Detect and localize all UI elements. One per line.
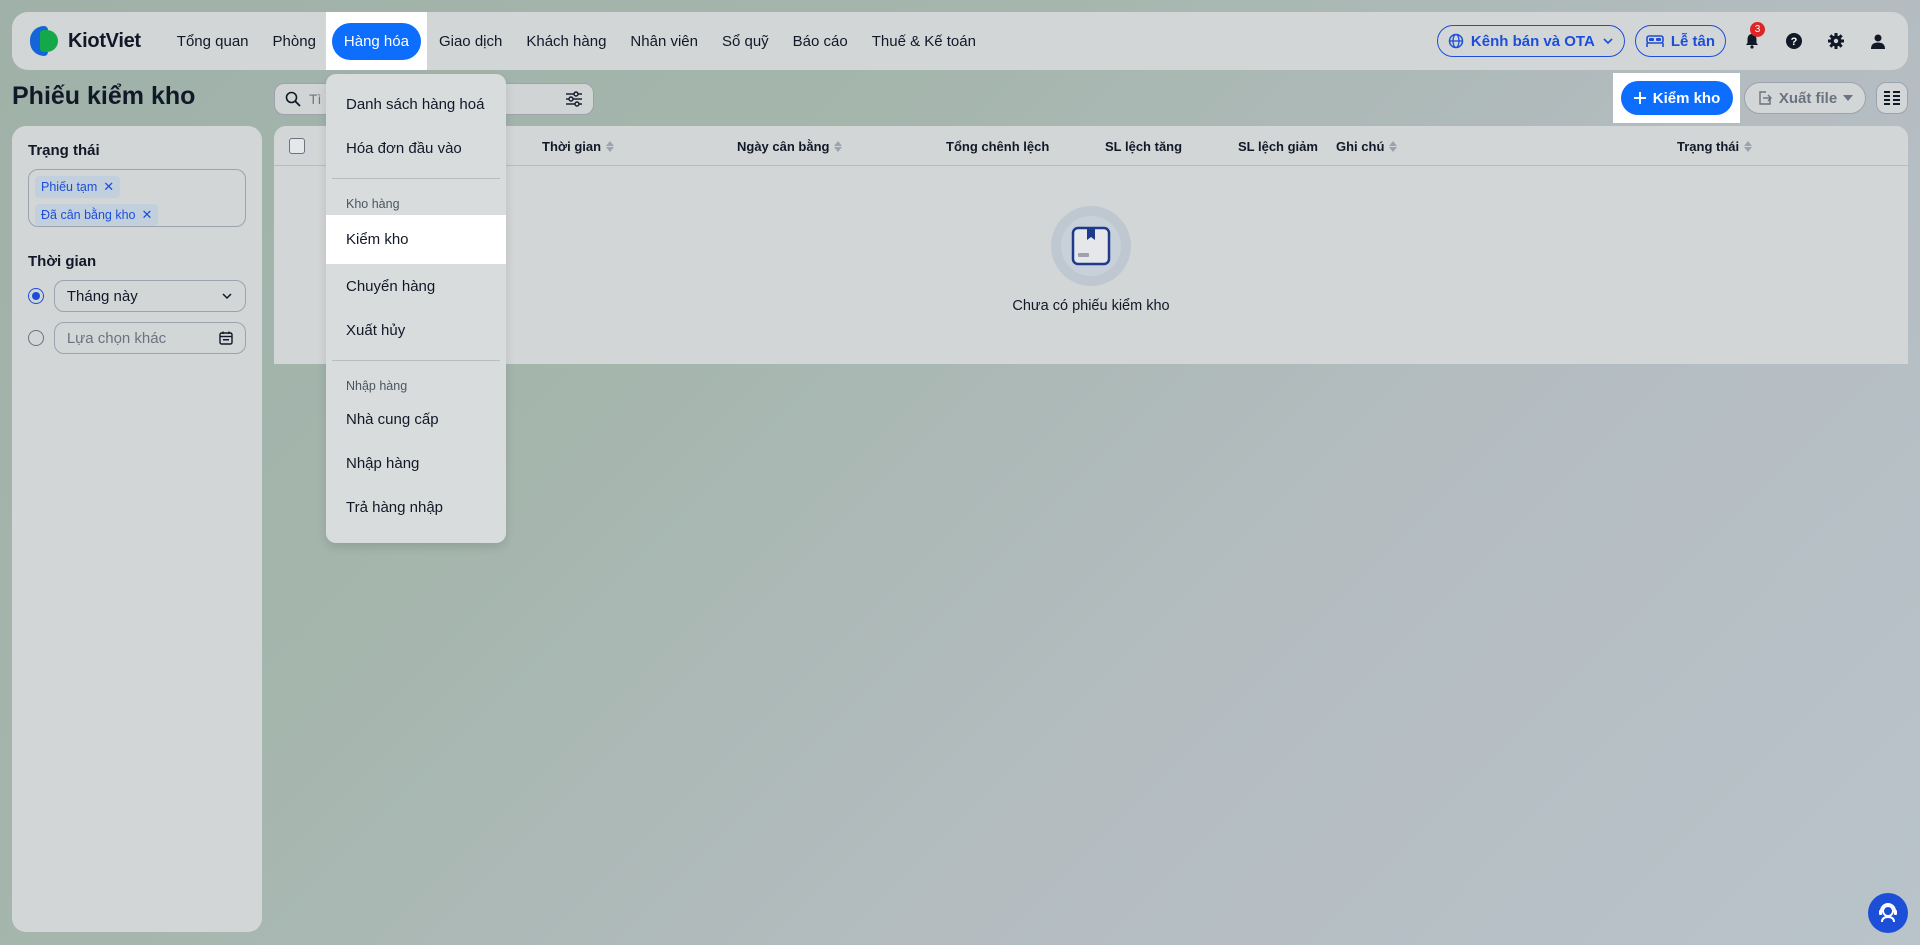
nav-item-transactions[interactable]: Giao dịch xyxy=(427,12,514,70)
top-nav-bar: KiotViet Tổng quan Phòng Hàng hóa Giao d… xyxy=(12,12,1908,70)
chevron-down-icon xyxy=(222,293,232,300)
custom-date-input[interactable]: Lựa chọn khác xyxy=(53,322,246,354)
user-icon xyxy=(1871,34,1885,49)
notification-badge: 3 xyxy=(1750,22,1765,37)
select-all-checkbox[interactable] xyxy=(289,138,305,154)
add-inventory-check-button[interactable]: Kiểm kho xyxy=(1620,81,1733,115)
globe-icon xyxy=(1448,33,1464,49)
nav-item-rooms[interactable]: Phòng xyxy=(261,12,326,70)
brand-name: KiotViet xyxy=(68,29,141,52)
time-period-value: Tháng này xyxy=(66,287,138,305)
column-header-total-difference: Tổng chênh lệch xyxy=(946,138,1050,154)
menu-item-purchase[interactable]: Nhập hàng xyxy=(332,441,500,485)
page-title: Phiếu kiểm kho xyxy=(12,82,196,110)
notifications-button[interactable]: 3 xyxy=(1736,22,1768,57)
column-settings-button[interactable] xyxy=(1876,82,1908,114)
status-tag-label: Phiếu tạm xyxy=(41,180,98,194)
menu-item-suppliers[interactable]: Nhà cung cấp xyxy=(332,397,500,441)
column-header-time[interactable]: Thời gian xyxy=(542,126,615,166)
menu-divider xyxy=(332,360,500,361)
menu-item-purchase-invoices[interactable]: Hóa đơn đầu vào xyxy=(332,126,500,170)
support-agent-icon xyxy=(1879,903,1897,923)
status-filter-tags[interactable]: Phiếu tạm ✕ Đã cân bằng kho ✕ xyxy=(28,169,246,227)
menu-item-disposal[interactable]: Xuất hủy xyxy=(332,308,500,352)
column-header-balance-date[interactable]: Ngày cân bằng xyxy=(737,126,843,166)
status-filter-label: Trạng thái xyxy=(28,142,100,159)
custom-date-placeholder: Lựa chọn khác xyxy=(66,329,167,347)
inventory-check-table: Thời gian Ngày cân bằng Tổng chênh lệch … xyxy=(274,126,1908,364)
column-header-notes[interactable]: Ghi chú xyxy=(1336,126,1398,166)
time-filter-label: Thời gian xyxy=(28,253,97,270)
sort-icon xyxy=(1744,140,1753,152)
nav-item-tax-accounting[interactable]: Thuế & Kế toán xyxy=(860,12,988,70)
chevron-down-icon xyxy=(1603,38,1613,45)
menu-group-purchasing: Nhập hàng xyxy=(346,379,408,393)
nav-item-products[interactable]: Hàng hóa xyxy=(325,12,427,70)
nav-item-reports[interactable]: Báo cáo xyxy=(781,12,860,70)
menu-group-warehouse: Kho hàng xyxy=(346,197,400,211)
plus-icon xyxy=(1633,92,1646,104)
help-icon: ? xyxy=(1786,33,1802,49)
nav-item-overview[interactable]: Tổng quan xyxy=(165,12,261,70)
sort-icon xyxy=(606,140,615,152)
gear-icon xyxy=(1828,33,1844,49)
reception-button[interactable]: Lễ tân xyxy=(1634,25,1726,57)
sales-channels-button[interactable]: Kênh bán và OTA xyxy=(1436,25,1625,57)
add-button-highlight: Kiểm kho xyxy=(1613,73,1740,123)
filter-sliders-icon[interactable] xyxy=(565,91,583,107)
sales-channels-label: Kênh bán và OTA xyxy=(1470,32,1595,50)
sort-icon xyxy=(834,140,843,152)
bed-icon xyxy=(1646,35,1664,47)
account-button[interactable] xyxy=(1862,25,1894,57)
empty-state: Chưa có phiếu kiểm kho xyxy=(274,206,1908,314)
sort-icon xyxy=(1389,140,1398,152)
status-tag-draft[interactable]: Phiếu tạm ✕ xyxy=(35,176,121,198)
svg-text:?: ? xyxy=(1791,36,1798,48)
add-inventory-check-label: Kiểm kho xyxy=(1652,89,1721,107)
menu-divider xyxy=(332,178,500,179)
logo-icon xyxy=(26,24,60,58)
export-file-label: Xuất file xyxy=(1778,89,1838,107)
menu-item-product-list[interactable]: Danh sách hàng hoá xyxy=(332,82,500,126)
search-icon xyxy=(285,91,301,107)
table-header: Thời gian Ngày cân bằng Tổng chênh lệch … xyxy=(274,126,1908,166)
help-button[interactable]: ? xyxy=(1778,25,1810,57)
support-chat-button[interactable] xyxy=(1868,893,1908,933)
products-dropdown-menu: Danh sách hàng hoá Hóa đơn đầu vào Kho h… xyxy=(326,74,506,543)
nav-item-cashbook[interactable]: Sổ quỹ xyxy=(710,12,781,70)
reception-label: Lễ tân xyxy=(1670,32,1715,50)
menu-item-transfer[interactable]: Chuyển hàng xyxy=(332,264,500,308)
caret-down-icon xyxy=(1843,95,1854,101)
columns-list-icon xyxy=(1884,91,1900,105)
logo[interactable]: KiotViet xyxy=(26,24,141,58)
calendar-icon[interactable] xyxy=(219,331,233,345)
radio-this-month[interactable] xyxy=(28,288,44,304)
column-header-decrease-qty: SL lệch giảm xyxy=(1238,138,1318,154)
column-header-status[interactable]: Trạng thái xyxy=(1677,126,1753,166)
radio-custom-range[interactable] xyxy=(28,330,44,346)
status-tag-label: Đã cân bằng kho xyxy=(41,208,136,222)
menu-item-inventory-check[interactable]: Kiểm kho xyxy=(326,215,506,264)
status-tag-balanced[interactable]: Đã cân bằng kho ✕ xyxy=(35,204,159,226)
filter-sidebar: Trạng thái Phiếu tạm ✕ Đã cân bằng kho ✕ T… xyxy=(12,126,262,932)
nav-item-customers[interactable]: Khách hàng xyxy=(514,12,618,70)
settings-button[interactable] xyxy=(1820,25,1852,57)
column-header-increase-qty: SL lệch tăng xyxy=(1105,138,1183,154)
remove-tag-icon[interactable]: ✕ xyxy=(142,207,153,223)
empty-state-text: Chưa có phiếu kiểm kho xyxy=(1012,298,1170,314)
export-file-button[interactable]: Xuất file xyxy=(1744,82,1866,114)
export-icon xyxy=(1759,91,1772,105)
menu-item-purchase-return[interactable]: Trả hàng nhập xyxy=(332,485,500,529)
remove-tag-icon[interactable]: ✕ xyxy=(103,179,114,195)
nav-item-staff[interactable]: Nhân viên xyxy=(618,12,710,70)
main-nav: Tổng quan Phòng Hàng hóa Giao dịch Khách… xyxy=(165,12,988,70)
empty-box-icon xyxy=(1051,206,1131,286)
time-period-select[interactable]: Tháng này xyxy=(53,280,246,312)
